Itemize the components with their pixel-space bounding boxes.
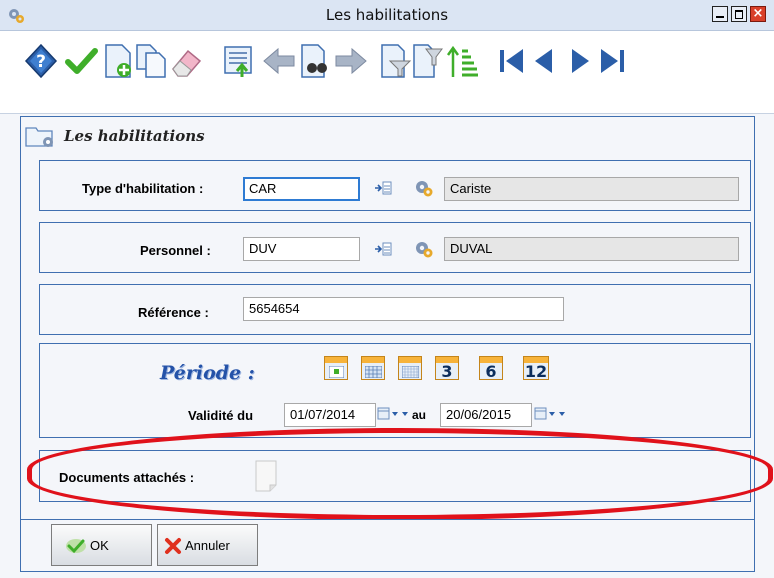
date-to-input[interactable]: 20/06/2015: [440, 403, 532, 427]
validate-check-icon[interactable]: [64, 43, 98, 79]
personnel-code-input[interactable]: DUV: [243, 237, 360, 261]
periode-title: Période :: [160, 362, 255, 384]
next-record-icon[interactable]: [563, 43, 597, 79]
calendar-month-icon: [365, 366, 382, 378]
lookup-list-icon[interactable]: [374, 180, 392, 196]
validite-label: Validité du: [188, 408, 254, 423]
cancel-x-icon: [165, 538, 181, 554]
sort-filter-icon[interactable]: [412, 43, 446, 79]
search-binoculars-icon[interactable]: [298, 43, 332, 79]
section-title: Les habilitations: [64, 127, 205, 145]
reference-input[interactable]: 5654654: [243, 297, 564, 321]
periode-group: Période : 3 6 12 Validité du 01/07/2014: [39, 343, 751, 438]
type-habilitation-label: Type d'habilitation :: [82, 181, 204, 196]
cancel-button[interactable]: Annuler: [157, 524, 258, 566]
period-12-months-button[interactable]: 12: [523, 356, 549, 381]
close-button[interactable]: ×: [750, 6, 766, 22]
reference-group: Référence : 5654654: [39, 284, 751, 335]
reference-label: Référence :: [138, 305, 209, 320]
type-habilitation-code-input[interactable]: CAR: [243, 177, 360, 201]
document-icon[interactable]: [254, 459, 278, 493]
help-icon[interactable]: ?: [24, 43, 58, 79]
lookup-list-icon[interactable]: [374, 241, 392, 257]
dialog-window: Les habilitations × ? Les habilitations …: [0, 0, 774, 578]
check-icon: [66, 539, 86, 554]
svg-text:?: ?: [36, 52, 46, 72]
date-to-picker-icon[interactable]: [534, 406, 570, 422]
ok-label: OK: [90, 538, 109, 553]
date-from-picker-icon[interactable]: [377, 406, 413, 422]
ok-button[interactable]: OK: [51, 524, 152, 566]
gear-icon[interactable]: [414, 178, 434, 198]
gear-icon[interactable]: [414, 239, 434, 259]
title-bar: Les habilitations ×: [0, 0, 774, 31]
minimize-button[interactable]: [712, 6, 728, 22]
personnel-label: Personnel :: [140, 243, 211, 258]
export-list-icon[interactable]: [222, 43, 256, 79]
back-arrow-icon[interactable]: [262, 43, 296, 79]
period-week-button[interactable]: [324, 356, 348, 380]
period-presets: 3 6 12: [324, 356, 554, 382]
close-icon: ×: [752, 6, 764, 21]
toolbar: ?: [0, 31, 774, 114]
period-month-button[interactable]: [361, 356, 385, 380]
documents-group: Documents attachés :: [39, 450, 751, 502]
calendar-grid-icon: [402, 366, 419, 378]
personnel-name-field: DUVAL: [444, 237, 739, 261]
filter-icon[interactable]: [378, 43, 412, 79]
maximize-button[interactable]: [731, 6, 747, 22]
forward-arrow-icon[interactable]: [334, 43, 368, 79]
copy-record-icon[interactable]: [134, 43, 168, 79]
new-record-icon[interactable]: [102, 43, 136, 79]
sort-icon[interactable]: [446, 43, 480, 79]
last-record-icon[interactable]: [595, 43, 629, 79]
personnel-group: Personnel : DUV DUVAL: [39, 222, 751, 273]
previous-record-icon[interactable]: [527, 43, 561, 79]
type-habilitation-name-field: Cariste: [444, 177, 739, 201]
window-title: Les habilitations: [325, 6, 449, 24]
first-record-icon[interactable]: [495, 43, 529, 79]
cancel-label: Annuler: [185, 538, 230, 553]
period-6-months-button[interactable]: 6: [479, 356, 503, 381]
folder-gear-icon: [25, 127, 53, 147]
documents-label: Documents attachés :: [59, 470, 195, 485]
calendar-week-icon: [329, 366, 344, 378]
period-quarter-button[interactable]: [398, 356, 422, 380]
date-from-input[interactable]: 01/07/2014: [284, 403, 376, 427]
erase-icon[interactable]: [170, 43, 204, 79]
type-habilitation-group: Type d'habilitation : CAR Cariste: [39, 160, 751, 211]
au-label: au: [412, 408, 427, 422]
period-3-months-button[interactable]: 3: [435, 356, 459, 381]
